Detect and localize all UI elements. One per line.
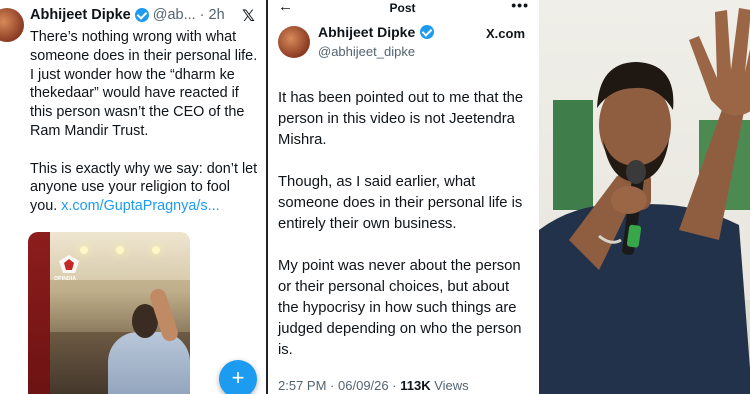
speaker-photo-illustration [539,8,750,394]
post-time[interactable]: 2h [209,7,225,23]
speaker-photo [537,0,750,394]
x-com-watermark: X.com [486,26,526,41]
media-watermark: OPINDIA [54,276,77,282]
verified-badge-icon [420,25,435,39]
views-label: Views [434,378,469,393]
x-logo-icon: 𝕏 [242,8,255,25]
microphone-head [626,160,646,184]
author-handle[interactable]: @ab... [153,7,196,23]
separator: · [330,378,335,393]
media-ceiling-light [80,246,88,254]
left-tweet-panel: Abhijeet Dipke @ab... · 2h 𝕏 There’s not… [0,0,264,394]
post-meta: 2:57 PM · 06/09/26 · 113K Views [278,378,469,393]
tweet-media-video[interactable]: OPINDIA [28,232,190,394]
media-ceiling-light [116,246,124,254]
views-count[interactable]: 113K [400,378,430,393]
post-paragraph: It has been pointed out to me that the p… [278,90,524,148]
author-avatar[interactable] [0,8,24,42]
media-person-shirt [108,332,190,394]
post-time[interactable]: 2:57 PM [278,378,326,393]
post-topbar: ← Post ••• [268,0,535,16]
tweet-link[interactable]: x.com/GuptaPragnya/s... [61,198,219,214]
separator: · [199,7,205,23]
background-board [553,100,593,210]
media-ceiling-light [152,246,160,254]
author-name[interactable]: Abhijeet Dipke [318,24,415,40]
post-paragraph: Though, as I said earlier, what someone … [278,174,523,232]
compose-button[interactable]: + [219,360,257,394]
speaker-raised-hand [689,8,750,116]
right-tweet-panel: ← Post ••• Abhijeet Dipke @abhijeet_dipk… [266,0,535,394]
post-paragraph: My point was never about the person or t… [278,258,522,358]
tweet-paragraph: This is exactly why we say: don’t let an… [30,160,260,216]
author-handle[interactable]: @abhijeet_dipke [318,44,415,59]
separator: · [392,378,397,393]
tweet-paragraph: There’s nothing wrong with what someone … [30,29,258,139]
verified-badge-icon [134,8,149,22]
more-options-icon[interactable]: ••• [511,0,529,13]
plus-icon: + [231,365,245,390]
author-name-row: Abhijeet Dipke [318,24,435,40]
post-text: It has been pointed out to me that the p… [278,88,533,382]
page-title: Post [389,1,416,15]
author-name[interactable]: Abhijeet Dipke [30,7,131,23]
tweet-text: There’s nothing wrong with what someone … [30,28,260,235]
tweet-header: Abhijeet Dipke @ab... · 2h [30,7,225,23]
author-avatar[interactable] [278,26,310,58]
speaker-mic-hand [611,186,647,214]
watermark-logo-icon [59,255,79,273]
post-date[interactable]: 06/09/26 [338,378,389,393]
media-red-banner [28,232,50,394]
